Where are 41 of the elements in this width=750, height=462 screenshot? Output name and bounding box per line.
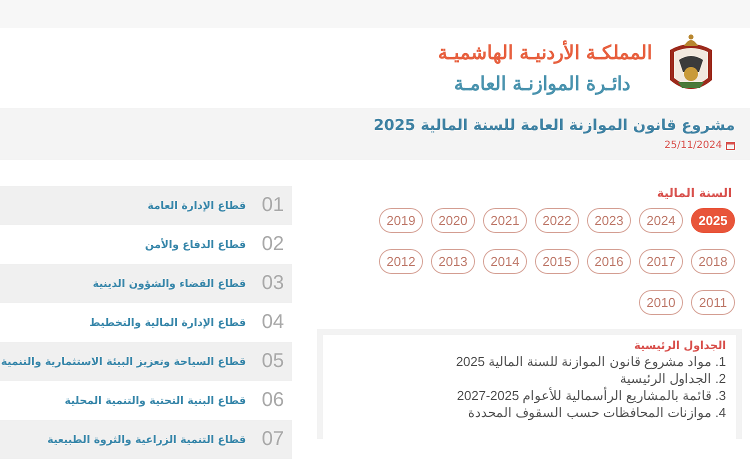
year-button[interactable]: 2013 bbox=[431, 249, 475, 274]
year-button[interactable]: 2022 bbox=[535, 208, 579, 233]
year-button[interactable]: 2024 bbox=[639, 208, 683, 233]
sector-number: 01 bbox=[260, 194, 284, 217]
kingdom-title: المملكـة الأردنيـة الهاشميـة bbox=[438, 41, 652, 64]
panel-heading: الجداول الرئيسية bbox=[634, 339, 726, 352]
year-button[interactable]: 2025 bbox=[691, 208, 735, 233]
table-link[interactable]: 2. الجداول الرئيسية bbox=[620, 371, 726, 386]
year-button[interactable]: 2017 bbox=[639, 249, 683, 274]
year-button[interactable]: 2023 bbox=[587, 208, 631, 233]
sector-label: قطاع السياحة وتعزيز البيئة الاستثمارية والتنمية bbox=[0, 356, 246, 368]
year-button[interactable]: 2012 bbox=[379, 249, 423, 274]
page-title: مشروع قانون الموازنة العامة للسنة المالية 2025 bbox=[372, 116, 735, 134]
sector-label: قطاع البنية التحتية والتنمية المحلية bbox=[64, 394, 246, 406]
year-button[interactable]: 2010 bbox=[639, 290, 683, 315]
sector-number: 07 bbox=[260, 428, 284, 451]
sector-label: قطاع التنمية الزراعية والثروة الطبيعية bbox=[47, 434, 246, 446]
department-title: دائـرة الموازنـة العامـة bbox=[454, 72, 630, 95]
sector-number: 06 bbox=[260, 389, 284, 412]
sector-number: 03 bbox=[260, 272, 284, 295]
sector-number: 05 bbox=[260, 350, 284, 373]
calendar-icon bbox=[726, 141, 735, 150]
year-button[interactable]: 2015 bbox=[535, 249, 579, 274]
year-button[interactable]: 2016 bbox=[587, 249, 631, 274]
year-button[interactable]: 2014 bbox=[483, 249, 527, 274]
year-button[interactable]: 2011 bbox=[691, 290, 735, 315]
sector-number: 02 bbox=[260, 233, 284, 256]
sector-label: قطاع الدفاع والأمن bbox=[144, 238, 246, 250]
table-link[interactable]: 4. موازنات المحافظات حسب السقوف المحددة bbox=[468, 405, 726, 420]
sector-label: قطاع الإدارة المالية والتخطيط bbox=[89, 316, 246, 328]
year-button[interactable]: 2018 bbox=[691, 249, 735, 274]
sector-label: قطاع القضاء والشؤون الدينية bbox=[92, 278, 246, 290]
sector-number: 04 bbox=[260, 311, 284, 334]
table-link[interactable]: 1. مواد مشروع قانون الموازنة للسنة المالية 2025 bbox=[456, 354, 726, 369]
date-text: 25/11/2024 bbox=[664, 140, 722, 151]
fiscal-year-label: السنة المالية bbox=[656, 186, 733, 200]
table-link[interactable]: 3. قائمة بالمشاريع الرأسمالية للأعوام 2025-2027 bbox=[456, 388, 726, 403]
sector-label: قطاع الإدارة العامة bbox=[148, 200, 246, 212]
year-button[interactable]: 2021 bbox=[483, 208, 527, 233]
year-button[interactable]: 2020 bbox=[431, 208, 475, 233]
year-button[interactable]: 2019 bbox=[379, 208, 423, 233]
